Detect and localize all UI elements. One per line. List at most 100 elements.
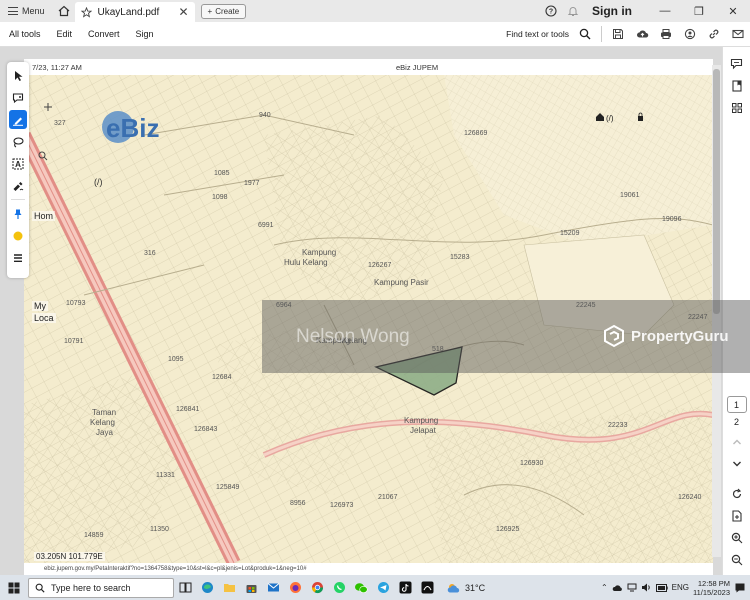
color-picker-button[interactable]	[9, 226, 27, 245]
propertyguru-logo-icon	[604, 324, 624, 348]
scrollbar-thumb[interactable]	[713, 69, 720, 314]
tab-sign[interactable]: Sign	[128, 29, 162, 39]
next-page-icon[interactable]	[725, 453, 749, 475]
page-header: 7/23, 11:27 AM eBiz JUPEM	[24, 59, 713, 75]
sign-in-button[interactable]: Sign in	[592, 4, 632, 18]
bell-icon[interactable]	[562, 0, 584, 22]
restore-button[interactable]: ❐	[682, 0, 716, 22]
print-icon[interactable]	[654, 22, 678, 46]
notification-icon[interactable]	[734, 582, 746, 594]
find-text-button[interactable]: Find text or tools	[506, 29, 569, 39]
draw-tool-button[interactable]	[9, 132, 27, 151]
store-icon[interactable]	[240, 575, 262, 600]
help-icon[interactable]: ?	[540, 0, 562, 22]
show-hidden-icons-icon[interactable]: ⌃	[601, 583, 608, 592]
place-label: Kelang	[90, 418, 115, 427]
place-label: Kampung	[302, 248, 336, 257]
create-button[interactable]: + Create	[200, 3, 247, 19]
place-label: Taman	[92, 408, 116, 417]
star-icon[interactable]	[80, 6, 92, 18]
close-window-button[interactable]: ✕	[716, 0, 750, 22]
network-icon[interactable]	[627, 583, 637, 592]
ebiz-logo-text: eBiz	[106, 113, 159, 143]
chrome-icon[interactable]	[306, 575, 328, 600]
share-icon[interactable]	[678, 22, 702, 46]
svg-text:A: A	[15, 160, 21, 169]
comment-icon	[12, 92, 24, 103]
propertyguru-logo: PropertyGuru	[602, 324, 729, 348]
pen-icon	[13, 117, 23, 126]
map-label: 126869	[464, 130, 487, 137]
temperature: 31°C	[465, 582, 486, 593]
text-box-icon: A	[12, 158, 24, 169]
annotation-toolbar: A	[7, 62, 29, 278]
thumbnails-panel-icon[interactable]	[725, 97, 749, 119]
email-icon[interactable]	[726, 22, 750, 46]
map-coordinates: 03.205N 101.779E	[34, 552, 105, 561]
telegram-icon[interactable]	[372, 575, 394, 600]
place-label: Jaya	[96, 428, 113, 437]
rotate-icon[interactable]	[725, 483, 749, 505]
mail-icon[interactable]	[262, 575, 284, 600]
weather-widget[interactable]: 31°C	[446, 582, 485, 594]
home-icon	[58, 5, 69, 17]
system-tray: ⌃ ENG 12:58 PM 11/15/2023	[601, 579, 750, 597]
home-button[interactable]	[53, 0, 75, 22]
tab-edit[interactable]: Edit	[49, 29, 81, 39]
firefox-icon[interactable]	[284, 575, 306, 600]
task-view-icon[interactable]	[174, 575, 196, 600]
menu-label: Menu	[22, 6, 45, 16]
tiktok-icon[interactable]	[394, 575, 416, 600]
bookmark-panel-icon[interactable]	[725, 75, 749, 97]
sign-tool-button[interactable]	[9, 176, 27, 195]
map-label: 126973	[330, 502, 353, 509]
pin-tool-button[interactable]	[9, 204, 27, 223]
comments-panel-icon[interactable]	[725, 53, 749, 75]
zoom-in-icon[interactable]	[725, 527, 749, 549]
search-icon	[35, 583, 45, 593]
map-label: 126843	[194, 426, 217, 433]
tab-convert[interactable]: Convert	[80, 29, 128, 39]
search-icon[interactable]	[573, 22, 597, 46]
watermark-name: Nelson Wong	[296, 326, 410, 347]
map-label: 1977	[244, 180, 260, 187]
save-icon[interactable]	[606, 22, 630, 46]
pin-icon	[14, 209, 22, 219]
ebiz-logo: eBiz	[102, 111, 159, 143]
battery-icon[interactable]	[655, 583, 668, 592]
minimize-button[interactable]: —	[648, 0, 682, 22]
language-indicator[interactable]: ENG	[672, 583, 689, 592]
map-label: 125849	[216, 484, 239, 491]
windows-start-icon[interactable]	[0, 575, 28, 600]
wechat-icon[interactable]	[350, 575, 372, 600]
cloud-sync-icon[interactable]	[612, 583, 623, 592]
previous-page-icon[interactable]	[725, 431, 749, 453]
current-page-box[interactable]: 1	[726, 396, 747, 413]
acrobat-icon[interactable]	[416, 575, 438, 600]
link-icon[interactable]	[702, 22, 726, 46]
select-tool-button[interactable]	[9, 66, 27, 85]
text-tool-button[interactable]: A	[9, 154, 27, 173]
cloud-upload-icon[interactable]	[630, 22, 654, 46]
map-label: 1085	[214, 170, 230, 177]
line-weight-button[interactable]	[9, 248, 27, 267]
close-tab-icon[interactable]: ✕	[178, 5, 188, 19]
file-explorer-icon[interactable]	[218, 575, 240, 600]
taskbar-search-input[interactable]: Type here to search	[28, 577, 174, 598]
whatsapp-icon[interactable]	[328, 575, 350, 600]
menu-button[interactable]: Menu	[0, 0, 53, 22]
edge-icon[interactable]	[196, 575, 218, 600]
volume-icon[interactable]	[641, 583, 652, 592]
palette-divider	[11, 199, 25, 200]
map-label: 126841	[176, 406, 199, 413]
highlight-tool-button[interactable]	[9, 110, 27, 129]
comment-tool-button[interactable]	[9, 88, 27, 107]
taskbar-clock[interactable]: 12:58 PM 11/15/2023	[693, 579, 730, 597]
zoom-out-icon[interactable]	[725, 549, 749, 571]
extract-page-icon[interactable]	[725, 505, 749, 527]
document-tab[interactable]: UkayLand.pdf ✕	[74, 2, 195, 22]
tab-title: UkayLand.pdf	[97, 6, 160, 18]
map-label: 8956	[290, 500, 306, 507]
map-label: 11350	[150, 526, 169, 533]
tab-all-tools[interactable]: All tools	[0, 29, 49, 39]
